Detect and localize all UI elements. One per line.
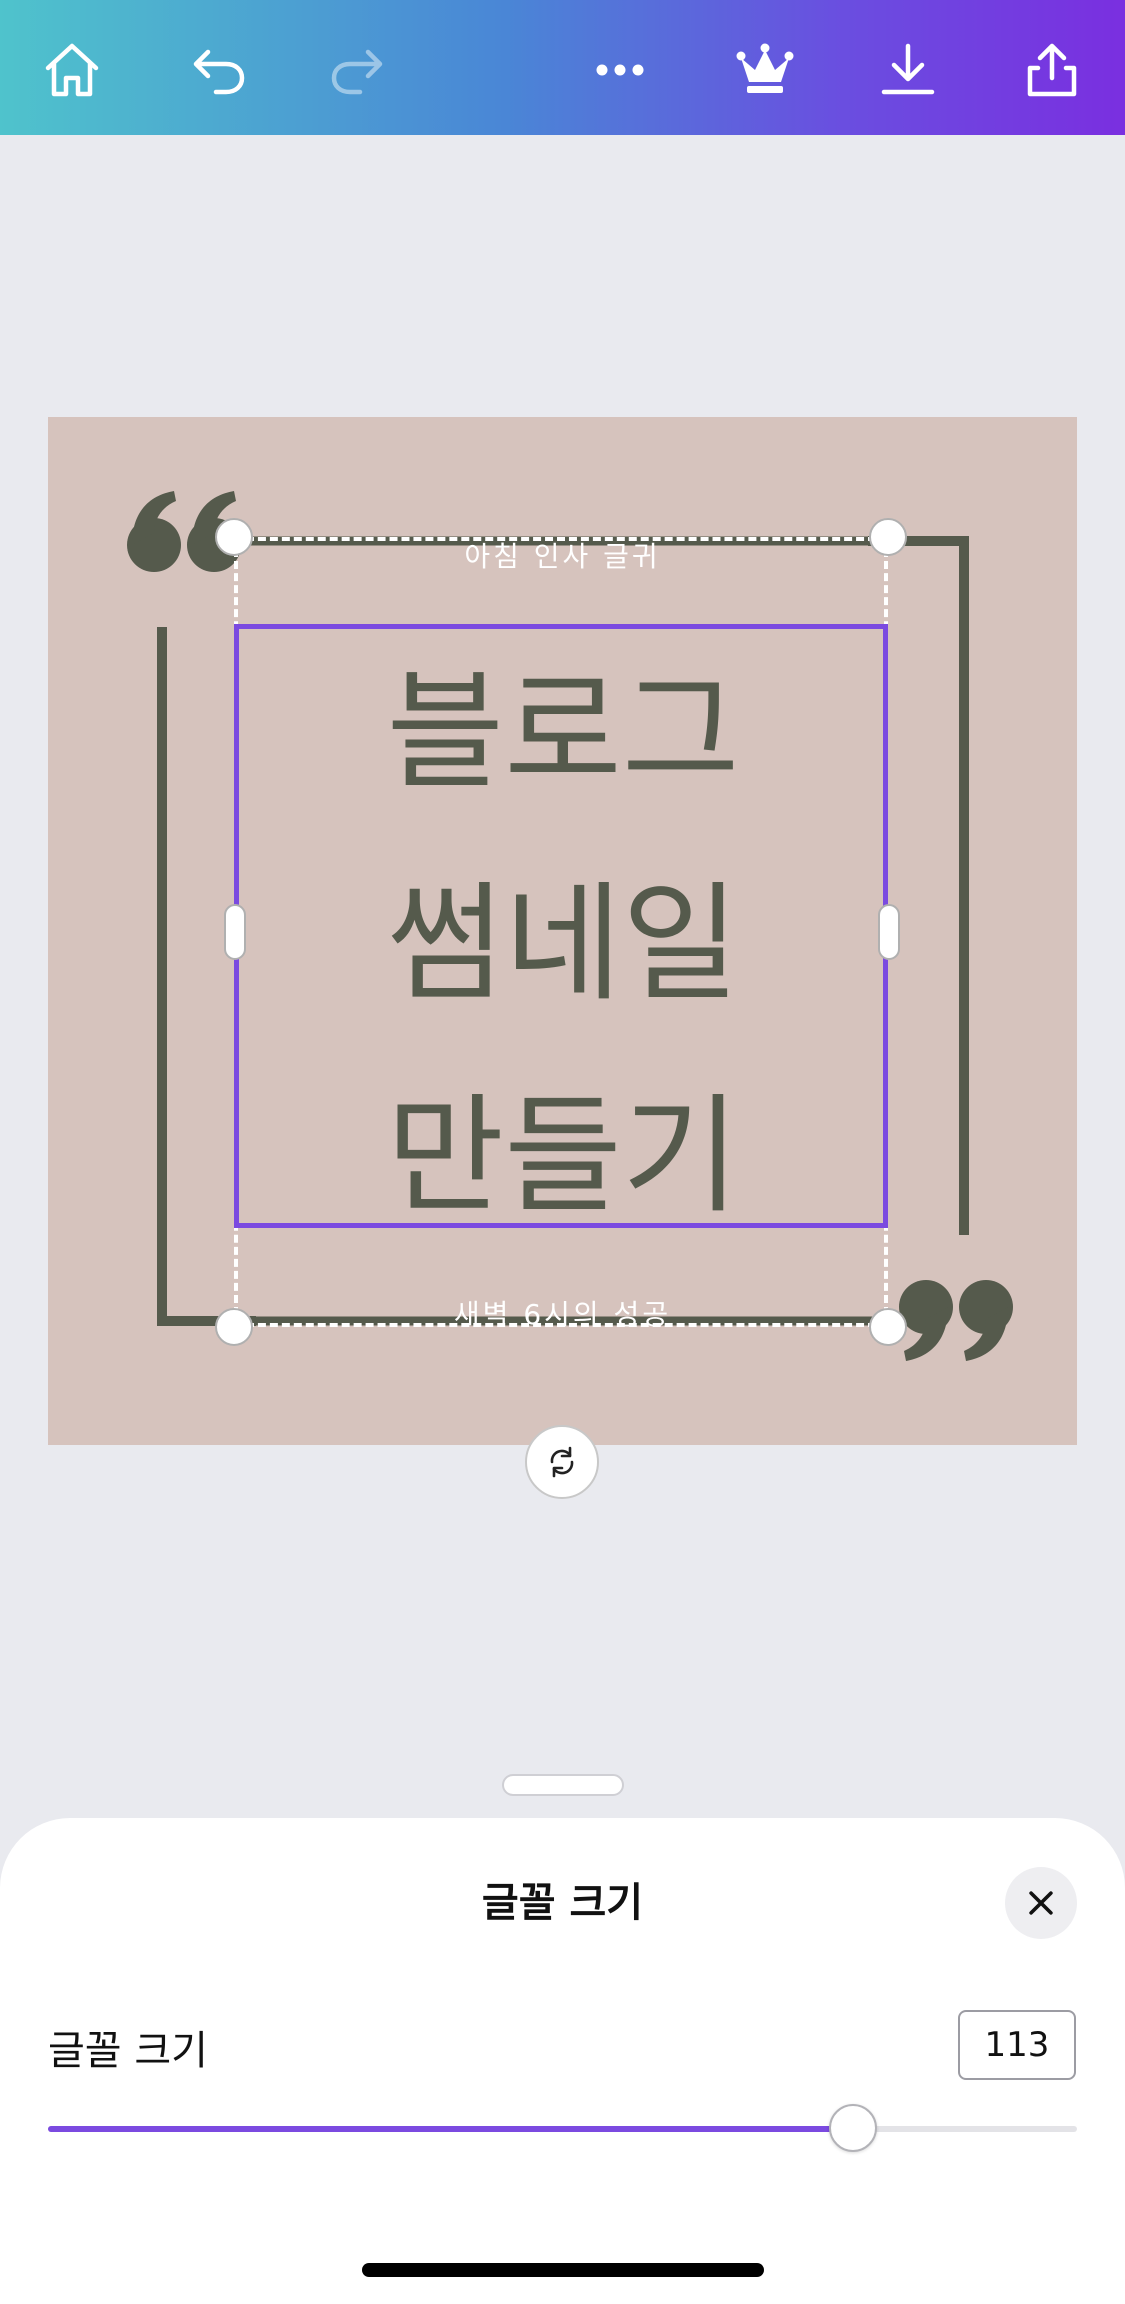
- download-button[interactable]: [858, 20, 958, 120]
- download-icon: [881, 43, 935, 95]
- sheet-grabber[interactable]: [502, 1774, 624, 1796]
- close-button[interactable]: [1005, 1867, 1077, 1939]
- resize-handle-top-left[interactable]: [215, 518, 253, 556]
- undo-button[interactable]: [168, 20, 268, 120]
- crown-icon: [736, 43, 794, 93]
- resize-handle-top-right[interactable]: [869, 518, 907, 556]
- resize-handle-left[interactable]: [224, 904, 246, 960]
- resize-handle-right[interactable]: [878, 904, 900, 960]
- resize-handle-bottom-left[interactable]: [215, 1308, 253, 1346]
- premium-button[interactable]: [715, 20, 815, 120]
- font-size-input[interactable]: 113: [958, 2010, 1076, 2080]
- font-size-sheet: 글꼴 크기 글꼴 크기 113: [0, 1818, 1125, 2304]
- close-icon: [1029, 1891, 1053, 1915]
- design-canvas[interactable]: 아침 인사 글귀 블로그 썸네일 만들기 새벽 6시의 성공: [48, 417, 1077, 1445]
- share-icon: [1027, 43, 1077, 97]
- font-size-slider[interactable]: [48, 2104, 1077, 2152]
- redo-button[interactable]: [308, 20, 408, 120]
- more-icon: [596, 64, 644, 76]
- top-toolbar: [0, 0, 1125, 135]
- home-indicator: [362, 2263, 764, 2277]
- more-button[interactable]: [570, 20, 670, 120]
- rotate-icon: [550, 1446, 574, 1478]
- rotate-button[interactable]: [525, 1425, 599, 1499]
- home-button[interactable]: [22, 20, 122, 120]
- redo-icon: [331, 49, 383, 95]
- font-size-label: 글꼴 크기: [48, 2028, 208, 2074]
- undo-icon: [193, 49, 245, 95]
- slider-thumb[interactable]: [828, 2104, 877, 2152]
- home-icon: [45, 43, 99, 97]
- text-selection-box: [234, 624, 888, 1228]
- slider-fill: [48, 2126, 853, 2132]
- resize-handle-bottom-right[interactable]: [869, 1308, 907, 1346]
- share-button[interactable]: [1002, 20, 1102, 120]
- sheet-title: 글꼴 크기: [481, 1880, 644, 1926]
